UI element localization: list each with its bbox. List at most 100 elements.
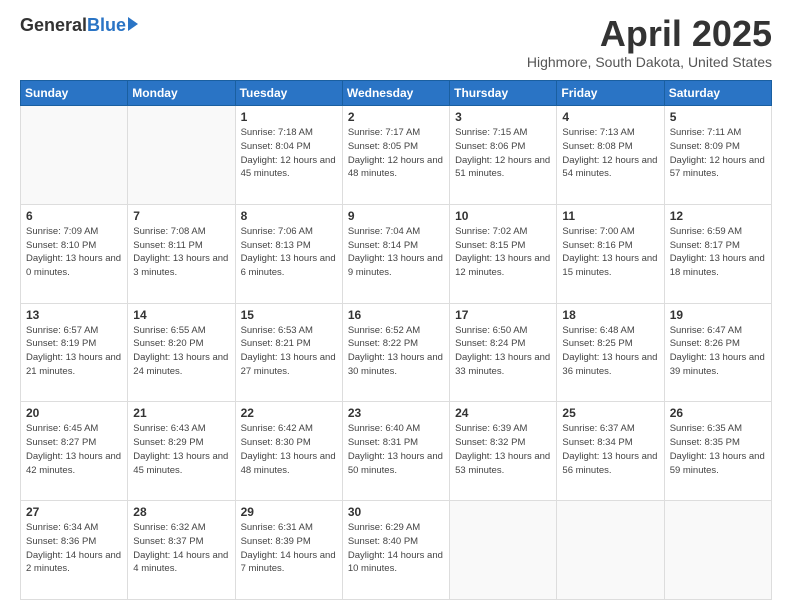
day-number: 18	[562, 308, 658, 322]
day-info: Sunrise: 6:29 AMSunset: 8:40 PMDaylight:…	[348, 521, 444, 576]
day-number: 19	[670, 308, 766, 322]
day-number: 16	[348, 308, 444, 322]
table-row: 7 Sunrise: 7:08 AMSunset: 8:11 PMDaylight…	[128, 204, 235, 303]
day-info: Sunrise: 6:42 AMSunset: 8:30 PMDaylight:…	[241, 422, 337, 477]
day-number: 2	[348, 110, 444, 124]
day-number: 27	[26, 505, 122, 519]
day-number: 9	[348, 209, 444, 223]
table-row: 21 Sunrise: 6:43 AMSunset: 8:29 PMDayligh…	[128, 402, 235, 501]
day-info: Sunrise: 7:17 AMSunset: 8:05 PMDaylight:…	[348, 126, 444, 181]
table-row: 2 Sunrise: 7:17 AMSunset: 8:05 PMDaylight…	[342, 106, 449, 205]
location: Highmore, South Dakota, United States	[527, 54, 772, 70]
logo: General Blue	[20, 16, 138, 34]
day-info: Sunrise: 6:37 AMSunset: 8:34 PMDaylight:…	[562, 422, 658, 477]
day-info: Sunrise: 7:00 AMSunset: 8:16 PMDaylight:…	[562, 225, 658, 280]
day-number: 25	[562, 406, 658, 420]
table-row: 25 Sunrise: 6:37 AMSunset: 8:34 PMDayligh…	[557, 402, 664, 501]
calendar-header-row: Sunday Monday Tuesday Wednesday Thursday…	[21, 81, 772, 106]
day-number: 13	[26, 308, 122, 322]
day-info: Sunrise: 6:57 AMSunset: 8:19 PMDaylight:…	[26, 324, 122, 379]
day-number: 4	[562, 110, 658, 124]
day-info: Sunrise: 7:15 AMSunset: 8:06 PMDaylight:…	[455, 126, 551, 181]
col-sunday: Sunday	[21, 81, 128, 106]
table-row	[450, 501, 557, 600]
day-number: 1	[241, 110, 337, 124]
day-number: 7	[133, 209, 229, 223]
day-info: Sunrise: 6:32 AMSunset: 8:37 PMDaylight:…	[133, 521, 229, 576]
header: General Blue April 2025 Highmore, South …	[20, 16, 772, 70]
col-saturday: Saturday	[664, 81, 771, 106]
day-number: 26	[670, 406, 766, 420]
day-number: 15	[241, 308, 337, 322]
calendar-week-row: 13 Sunrise: 6:57 AMSunset: 8:19 PMDayligh…	[21, 303, 772, 402]
day-number: 3	[455, 110, 551, 124]
day-info: Sunrise: 7:11 AMSunset: 8:09 PMDaylight:…	[670, 126, 766, 181]
day-info: Sunrise: 6:43 AMSunset: 8:29 PMDaylight:…	[133, 422, 229, 477]
day-info: Sunrise: 6:53 AMSunset: 8:21 PMDaylight:…	[241, 324, 337, 379]
table-row: 9 Sunrise: 7:04 AMSunset: 8:14 PMDaylight…	[342, 204, 449, 303]
day-number: 8	[241, 209, 337, 223]
day-info: Sunrise: 6:35 AMSunset: 8:35 PMDaylight:…	[670, 422, 766, 477]
month-title: April 2025	[527, 16, 772, 52]
table-row: 16 Sunrise: 6:52 AMSunset: 8:22 PMDayligh…	[342, 303, 449, 402]
day-info: Sunrise: 7:08 AMSunset: 8:11 PMDaylight:…	[133, 225, 229, 280]
table-row	[557, 501, 664, 600]
col-tuesday: Tuesday	[235, 81, 342, 106]
header-right: April 2025 Highmore, South Dakota, Unite…	[527, 16, 772, 70]
col-thursday: Thursday	[450, 81, 557, 106]
day-number: 30	[348, 505, 444, 519]
table-row: 19 Sunrise: 6:47 AMSunset: 8:26 PMDayligh…	[664, 303, 771, 402]
day-number: 11	[562, 209, 658, 223]
day-info: Sunrise: 7:06 AMSunset: 8:13 PMDaylight:…	[241, 225, 337, 280]
day-number: 23	[348, 406, 444, 420]
day-number: 21	[133, 406, 229, 420]
day-number: 29	[241, 505, 337, 519]
table-row: 26 Sunrise: 6:35 AMSunset: 8:35 PMDayligh…	[664, 402, 771, 501]
day-info: Sunrise: 6:55 AMSunset: 8:20 PMDaylight:…	[133, 324, 229, 379]
table-row	[128, 106, 235, 205]
table-row: 4 Sunrise: 7:13 AMSunset: 8:08 PMDaylight…	[557, 106, 664, 205]
table-row: 27Sunrise: 6:34 AMSunset: 8:36 PMDayligh…	[21, 501, 128, 600]
day-info: Sunrise: 6:52 AMSunset: 8:22 PMDaylight:…	[348, 324, 444, 379]
table-row: 20Sunrise: 6:45 AMSunset: 8:27 PMDayligh…	[21, 402, 128, 501]
table-row: 12Sunrise: 6:59 AMSunset: 8:17 PMDayligh…	[664, 204, 771, 303]
day-info: Sunrise: 7:18 AMSunset: 8:04 PMDaylight:…	[241, 126, 337, 181]
day-number: 20	[26, 406, 122, 420]
day-info: Sunrise: 7:04 AMSunset: 8:14 PMDaylight:…	[348, 225, 444, 280]
col-friday: Friday	[557, 81, 664, 106]
table-row	[21, 106, 128, 205]
table-row: 14Sunrise: 6:55 AMSunset: 8:20 PMDayligh…	[128, 303, 235, 402]
calendar-week-row: 20Sunrise: 6:45 AMSunset: 8:27 PMDayligh…	[21, 402, 772, 501]
table-row: 23 Sunrise: 6:40 AMSunset: 8:31 PMDayligh…	[342, 402, 449, 501]
table-row: 28Sunrise: 6:32 AMSunset: 8:37 PMDayligh…	[128, 501, 235, 600]
day-info: Sunrise: 6:31 AMSunset: 8:39 PMDaylight:…	[241, 521, 337, 576]
logo-blue-text: Blue	[87, 16, 126, 34]
table-row: 22 Sunrise: 6:42 AMSunset: 8:30 PMDayligh…	[235, 402, 342, 501]
day-info: Sunrise: 7:13 AMSunset: 8:08 PMDaylight:…	[562, 126, 658, 181]
day-number: 24	[455, 406, 551, 420]
day-number: 6	[26, 209, 122, 223]
col-monday: Monday	[128, 81, 235, 106]
day-info: Sunrise: 7:09 AMSunset: 8:10 PMDaylight:…	[26, 225, 122, 280]
table-row: 13 Sunrise: 6:57 AMSunset: 8:19 PMDayligh…	[21, 303, 128, 402]
table-row: 6 Sunrise: 7:09 AMSunset: 8:10 PMDaylight…	[21, 204, 128, 303]
table-row: 24 Sunrise: 6:39 AMSunset: 8:32 PMDayligh…	[450, 402, 557, 501]
day-number: 17	[455, 308, 551, 322]
col-wednesday: Wednesday	[342, 81, 449, 106]
day-info: Sunrise: 6:40 AMSunset: 8:31 PMDaylight:…	[348, 422, 444, 477]
day-number: 22	[241, 406, 337, 420]
logo-triangle-icon	[128, 17, 138, 31]
table-row: 30 Sunrise: 6:29 AMSunset: 8:40 PMDayligh…	[342, 501, 449, 600]
calendar-week-row: 1 Sunrise: 7:18 AMSunset: 8:04 PMDaylight…	[21, 106, 772, 205]
day-info: Sunrise: 6:39 AMSunset: 8:32 PMDaylight:…	[455, 422, 551, 477]
table-row: 11 Sunrise: 7:00 AMSunset: 8:16 PMDayligh…	[557, 204, 664, 303]
table-row: 3 Sunrise: 7:15 AMSunset: 8:06 PMDaylight…	[450, 106, 557, 205]
table-row: 18Sunrise: 6:48 AMSunset: 8:25 PMDayligh…	[557, 303, 664, 402]
day-info: Sunrise: 6:50 AMSunset: 8:24 PMDaylight:…	[455, 324, 551, 379]
table-row: 29 Sunrise: 6:31 AMSunset: 8:39 PMDayligh…	[235, 501, 342, 600]
table-row: 15 Sunrise: 6:53 AMSunset: 8:21 PMDayligh…	[235, 303, 342, 402]
day-info: Sunrise: 6:47 AMSunset: 8:26 PMDaylight:…	[670, 324, 766, 379]
table-row: 5Sunrise: 7:11 AMSunset: 8:09 PMDaylight…	[664, 106, 771, 205]
calendar-week-row: 6 Sunrise: 7:09 AMSunset: 8:10 PMDaylight…	[21, 204, 772, 303]
calendar-table: Sunday Monday Tuesday Wednesday Thursday…	[20, 80, 772, 600]
